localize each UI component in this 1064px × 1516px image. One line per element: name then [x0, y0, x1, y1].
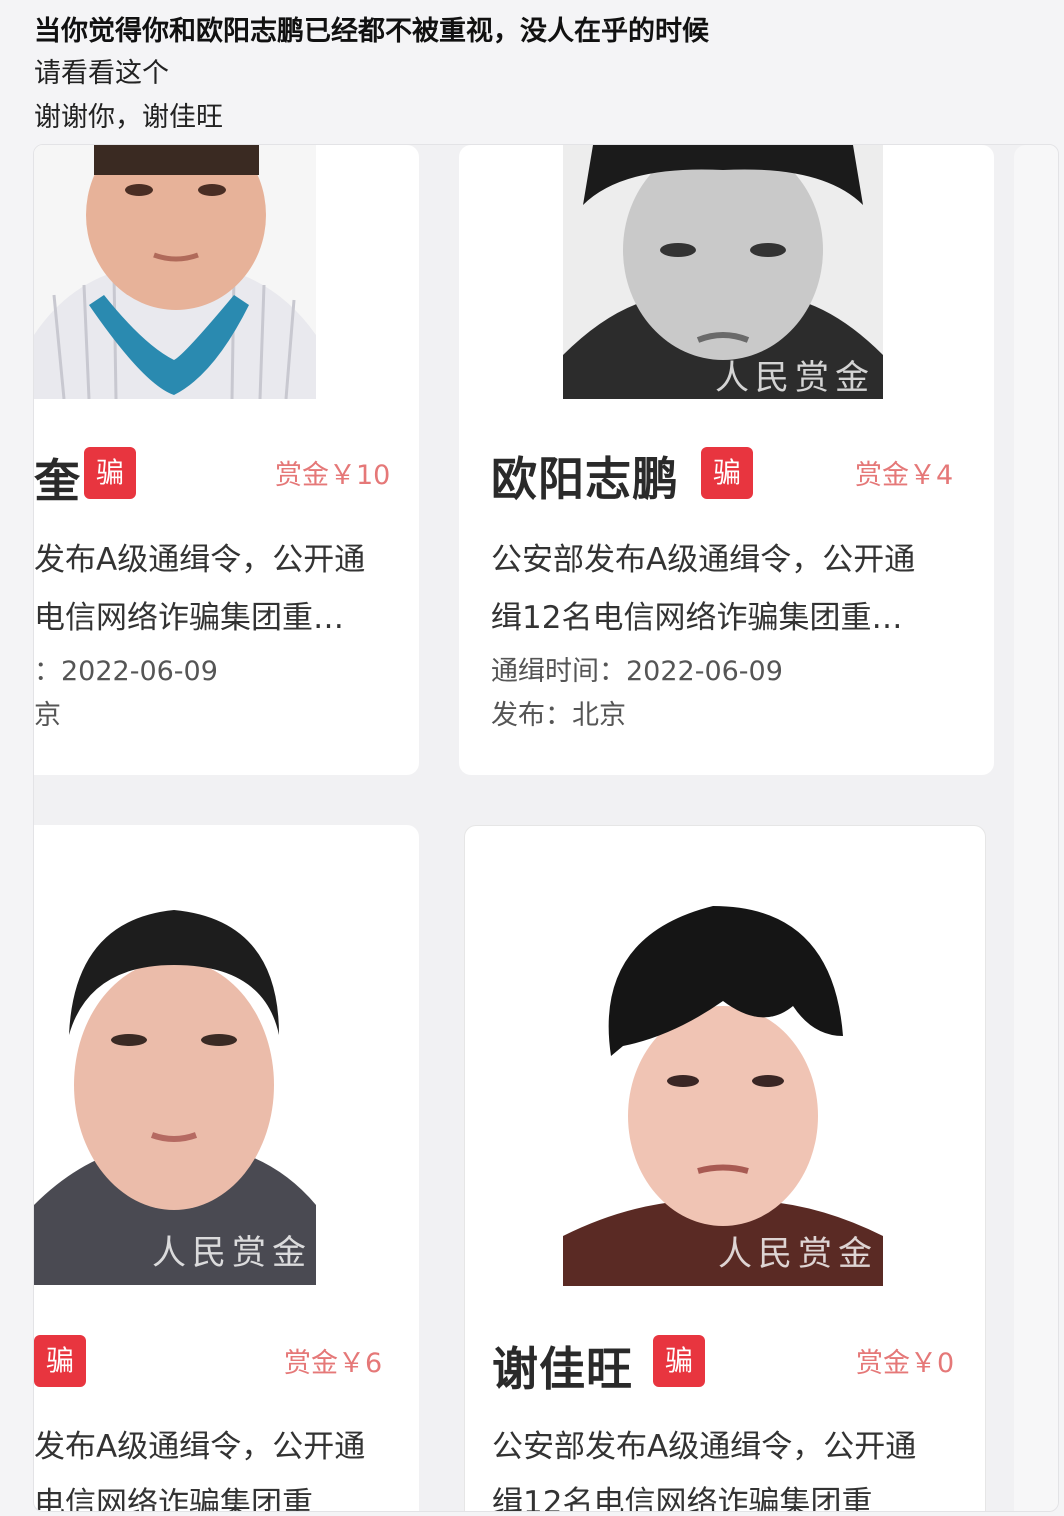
suspect-photo-4: 人民赏金	[563, 886, 883, 1286]
post-text: 当你觉得你和欧阳志鹏已经都不被重视，没人在乎的时候 请看看这个 谢谢你，谢佳旺	[34, 12, 1034, 140]
bounty-label: 赏金￥0	[856, 1348, 955, 1379]
wanted-time: 通缉时间：2022-06-09	[491, 656, 783, 687]
embedded-screenshot[interactable]: 奎 骗 赏金￥10 发布A级通缉令，公开通 电信网络诈骗集团重… ：2022-0…	[33, 144, 1059, 1512]
card-description-line-2: 缉12名电信网络诈骗集团重…	[491, 600, 903, 636]
bounty-label: 赏金￥4	[855, 460, 954, 491]
watermark: 人民赏金	[152, 1233, 312, 1273]
suspect-photo-3: 人民赏金	[34, 885, 316, 1285]
fraud-tag: 骗	[84, 447, 136, 499]
fraud-tag: 骗	[34, 1335, 86, 1387]
wanted-time: ：2022-06-09	[34, 656, 218, 687]
suspect-name: 谢佳旺	[492, 1342, 633, 1396]
card-description-line-1: 发布A级通缉令，公开通	[34, 1429, 366, 1465]
suspect-photo-2: 人民赏金	[563, 145, 883, 399]
wanted-card-edge	[1014, 145, 1058, 1511]
wanted-card-3[interactable]: 人民赏金 骗 赏金￥6 发布A级通缉令，公开通 电信网络诈骗集团重	[34, 825, 419, 1512]
post-line-1: 请看看这个	[34, 58, 169, 89]
wanted-card-2[interactable]: 人民赏金 欧阳志鹏 骗 赏金￥4 公安部发布A级通缉令，公开通 缉12名电信网络…	[459, 145, 994, 775]
publish-place: 京	[34, 700, 61, 731]
card-description-line-1: 公安部发布A级通缉令，公开通	[491, 542, 916, 578]
card-description-line-2: 电信网络诈骗集团重…	[34, 600, 344, 636]
wanted-card-1[interactable]: 奎 骗 赏金￥10 发布A级通缉令，公开通 电信网络诈骗集团重… ：2022-0…	[34, 145, 419, 775]
fraud-tag: 骗	[701, 447, 753, 499]
bounty-label: 赏金￥10	[275, 460, 391, 491]
bounty-label: 赏金￥6	[284, 1348, 383, 1379]
card-description-line-2: 缉12名电信网络诈骗集团重	[492, 1485, 873, 1512]
watermark: 人民赏金	[718, 1234, 878, 1274]
publish-place: 发布：北京	[491, 700, 626, 731]
card-description-line-2: 电信网络诈骗集团重	[34, 1486, 313, 1512]
wanted-card-4[interactable]: 人民赏金 谢佳旺 骗 赏金￥0 公安部发布A级通缉令，公开通 缉12名电信网络诈…	[464, 825, 986, 1512]
watermark: 人民赏金	[715, 358, 875, 398]
suspect-name: 欧阳志鹏	[491, 452, 679, 506]
suspect-photo-1	[34, 145, 316, 399]
post-title: 当你觉得你和欧阳志鹏已经都不被重视，没人在乎的时候	[34, 16, 709, 47]
suspect-name: 奎	[34, 454, 81, 508]
post-line-2: 谢谢你，谢佳旺	[34, 102, 223, 133]
fraud-tag: 骗	[653, 1335, 705, 1387]
card-description-line-1: 公安部发布A级通缉令，公开通	[492, 1429, 917, 1465]
card-description-line-1: 发布A级通缉令，公开通	[34, 542, 366, 578]
